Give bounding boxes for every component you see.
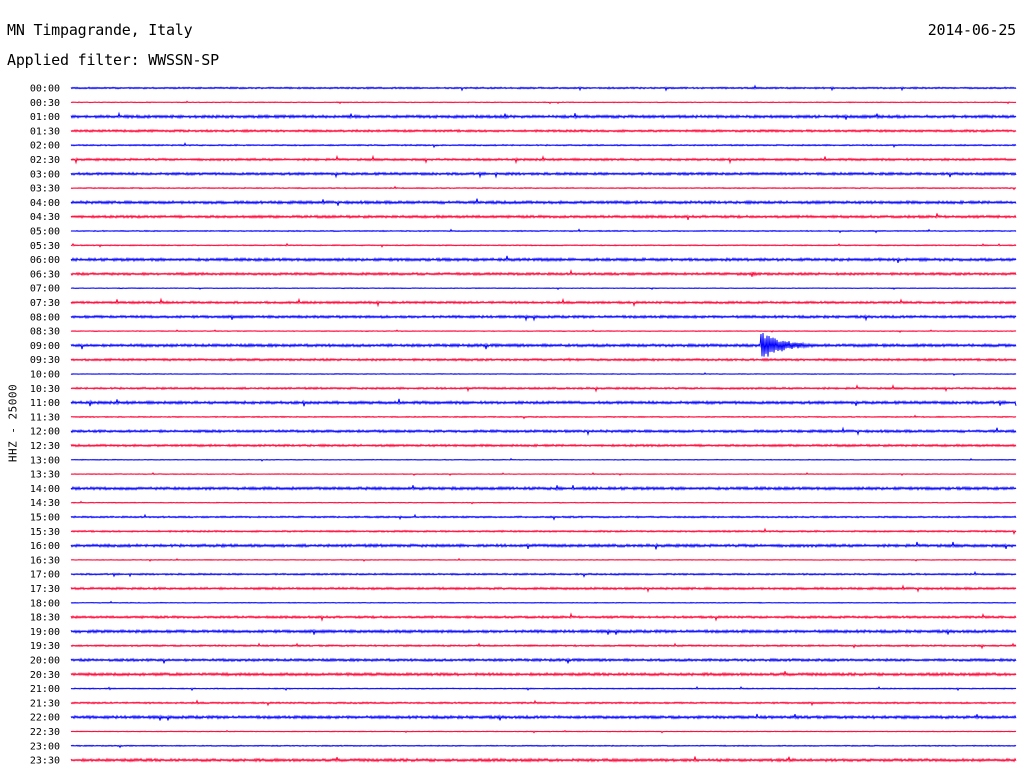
row-time-label: 04:30 bbox=[30, 212, 60, 223]
trace-row bbox=[70, 472, 1017, 477]
row-time-label: 03:30 bbox=[30, 184, 60, 195]
trace-row bbox=[70, 414, 1017, 420]
trace-row bbox=[70, 398, 1017, 407]
row-time-label: 10:00 bbox=[30, 370, 60, 381]
trace-row bbox=[70, 255, 1017, 263]
row-time-label: 09:00 bbox=[30, 341, 60, 352]
row-time-label: 13:00 bbox=[30, 455, 60, 466]
trace-row bbox=[70, 600, 1017, 604]
trace-row bbox=[70, 228, 1017, 234]
row-time-label: 16:00 bbox=[30, 541, 60, 552]
trace-row bbox=[70, 111, 1017, 120]
trace-row bbox=[70, 642, 1017, 650]
row-time-label: 22:00 bbox=[30, 713, 60, 724]
trace-row bbox=[70, 443, 1017, 448]
trace-row bbox=[70, 287, 1017, 291]
row-time-label: 07:30 bbox=[30, 298, 60, 309]
row-time-label: 18:00 bbox=[30, 598, 60, 609]
trace-row bbox=[70, 329, 1017, 334]
trace-row bbox=[70, 685, 1017, 692]
trace-row bbox=[70, 500, 1017, 505]
row-time-label: 22:30 bbox=[30, 727, 60, 738]
helicorder-plot: 00:00 00:30 01:00 01:30 02:00 02:30 03:00 03:30… bbox=[30, 84, 1017, 767]
trace-row bbox=[70, 570, 1017, 578]
row-time-label: 02:00 bbox=[30, 141, 60, 152]
trace-row bbox=[70, 657, 1017, 664]
row-time-label: 07:00 bbox=[30, 284, 60, 295]
row-time-label: 08:30 bbox=[30, 327, 60, 338]
trace-row bbox=[70, 314, 1017, 322]
trace-row bbox=[70, 513, 1017, 521]
row-time-label: 10:30 bbox=[30, 384, 60, 395]
row-time-label: 21:00 bbox=[30, 684, 60, 695]
trace-row bbox=[70, 242, 1017, 248]
trace-row bbox=[70, 357, 1017, 362]
row-time-label: 17:30 bbox=[30, 584, 60, 595]
row-time-label: 06:00 bbox=[30, 255, 60, 266]
trace-row bbox=[70, 671, 1017, 678]
row-time-label: 23:00 bbox=[30, 741, 60, 752]
row-time-label: 15:00 bbox=[30, 513, 60, 524]
trace-row bbox=[70, 612, 1017, 622]
trace-row bbox=[70, 185, 1017, 191]
row-time-label: 03:00 bbox=[30, 169, 60, 180]
row-time-label: 23:30 bbox=[30, 756, 60, 767]
trace-row bbox=[70, 154, 1017, 165]
row-time-label: 06:30 bbox=[30, 269, 60, 280]
trace-row bbox=[70, 541, 1017, 550]
trace-row bbox=[70, 457, 1017, 462]
row-time-label: 20:00 bbox=[30, 656, 60, 667]
row-time-label: 05:00 bbox=[30, 227, 60, 238]
trace-row bbox=[70, 426, 1017, 437]
trace-row bbox=[70, 384, 1017, 393]
trace-row bbox=[70, 527, 1017, 535]
trace-row bbox=[70, 756, 1017, 763]
row-time-label: 09:30 bbox=[30, 355, 60, 366]
trace-row bbox=[70, 584, 1017, 593]
row-time-label: 02:30 bbox=[30, 155, 60, 166]
row-time-label: 05:30 bbox=[30, 241, 60, 252]
row-time-label: 11:00 bbox=[30, 398, 60, 409]
row-time-label: 18:30 bbox=[30, 613, 60, 624]
trace-row bbox=[70, 628, 1017, 635]
row-time-label: 08:00 bbox=[30, 312, 60, 323]
trace-row bbox=[70, 729, 1017, 734]
trace-row bbox=[70, 557, 1017, 562]
trace-row bbox=[70, 372, 1017, 376]
trace-row bbox=[70, 128, 1017, 134]
row-time-label: 13:30 bbox=[30, 470, 60, 481]
row-time-label: 19:00 bbox=[30, 627, 60, 638]
trace-row bbox=[70, 269, 1017, 277]
trace-row bbox=[70, 333, 1017, 357]
row-time-label: 00:00 bbox=[30, 84, 60, 95]
row-time-label: 11:30 bbox=[30, 412, 60, 423]
row-time-label: 00:30 bbox=[30, 98, 60, 109]
trace-row bbox=[70, 100, 1017, 105]
trace-row bbox=[70, 713, 1017, 721]
trace-row bbox=[70, 699, 1017, 707]
trace-row bbox=[70, 213, 1017, 221]
trace-row bbox=[70, 142, 1017, 149]
row-time-label: 04:00 bbox=[30, 198, 60, 209]
trace-row bbox=[70, 84, 1017, 92]
trace-row bbox=[70, 744, 1017, 749]
trace-row bbox=[70, 171, 1017, 179]
row-time-label: 20:30 bbox=[30, 670, 60, 681]
row-time-label: 17:00 bbox=[30, 570, 60, 581]
row-time-label: 14:30 bbox=[30, 498, 60, 509]
row-time-label: 16:30 bbox=[30, 555, 60, 566]
trace-row bbox=[70, 297, 1017, 308]
row-time-label: 01:30 bbox=[30, 126, 60, 137]
trace-row bbox=[70, 485, 1017, 492]
row-time-label: 12:30 bbox=[30, 441, 60, 452]
row-time-label: 21:30 bbox=[30, 698, 60, 709]
row-time-label: 15:30 bbox=[30, 527, 60, 538]
row-time-label: 19:30 bbox=[30, 641, 60, 652]
row-time-label: 01:00 bbox=[30, 112, 60, 123]
row-time-label: 14:00 bbox=[30, 484, 60, 495]
trace-row bbox=[70, 198, 1017, 206]
row-time-label: 12:00 bbox=[30, 427, 60, 438]
